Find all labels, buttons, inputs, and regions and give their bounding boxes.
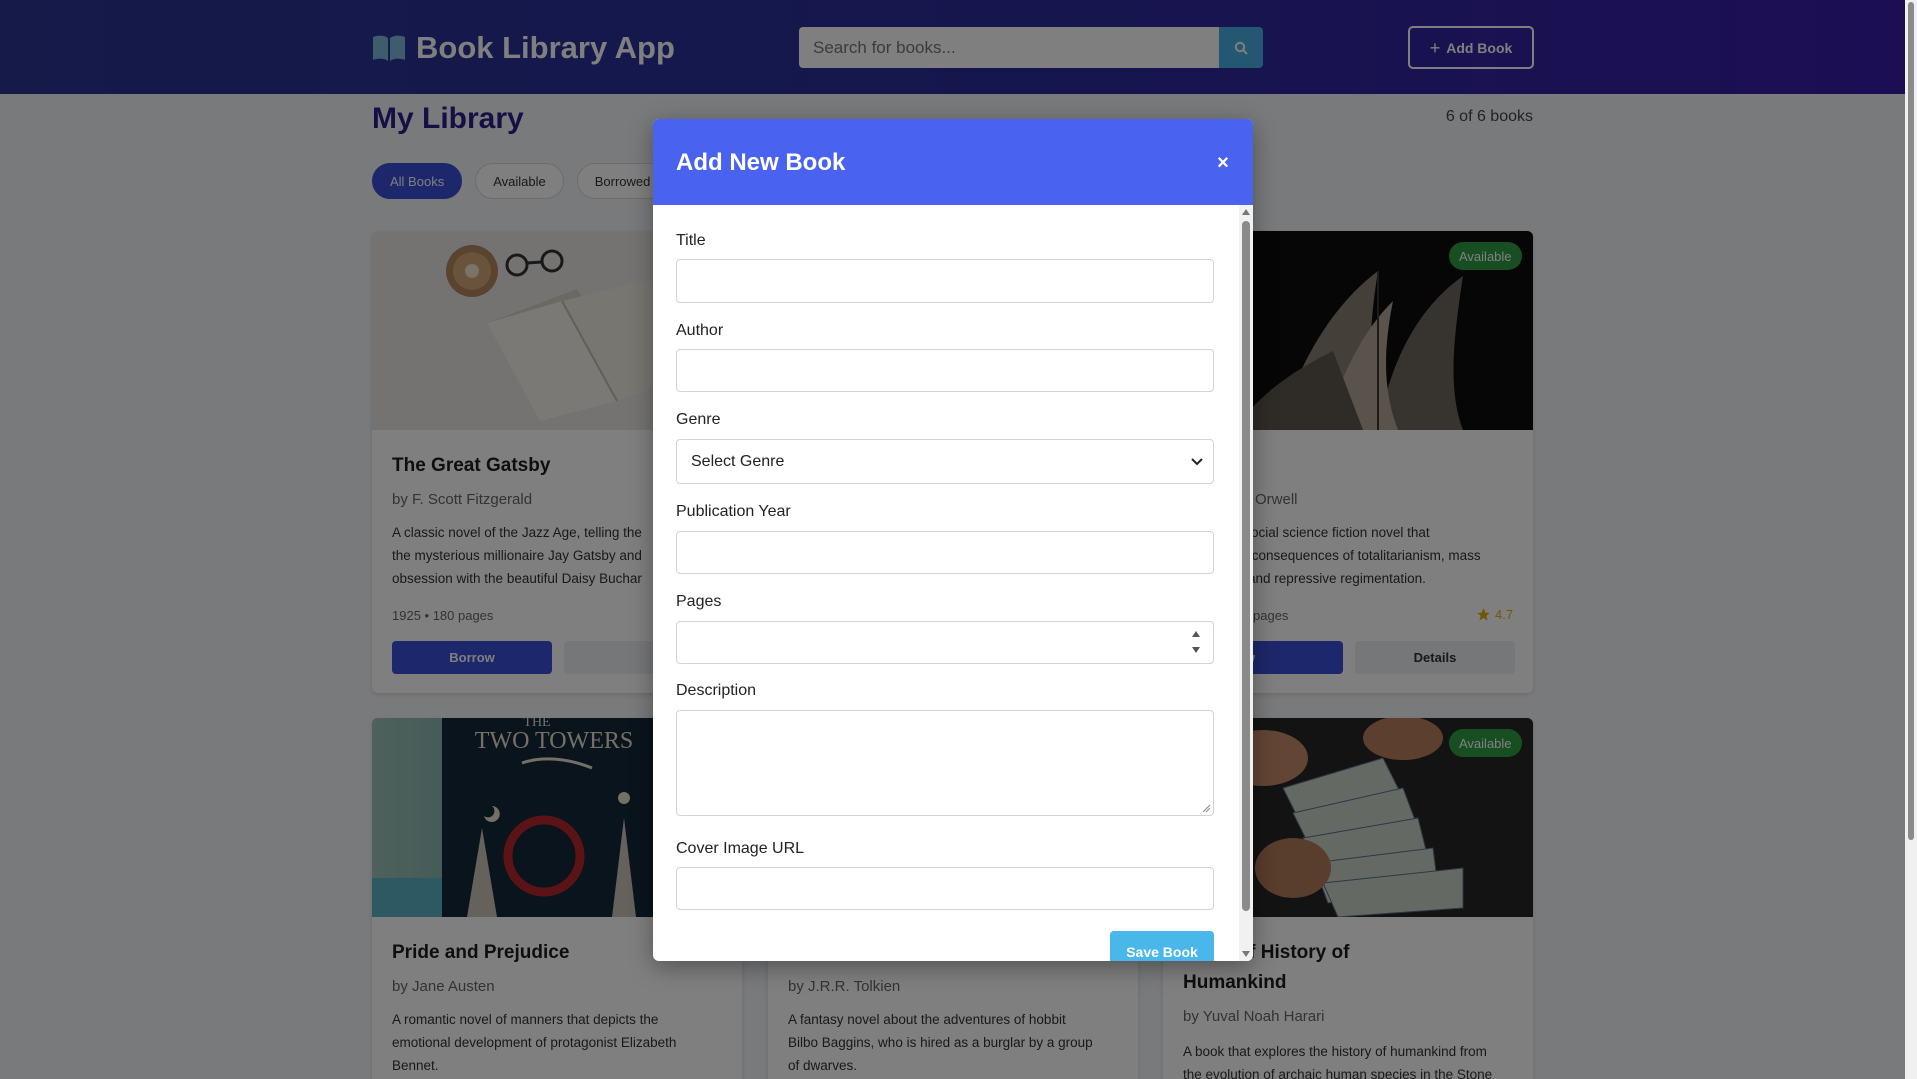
description-textarea[interactable] bbox=[676, 710, 1214, 816]
number-stepper[interactable] bbox=[1191, 630, 1201, 654]
stepper-up-icon[interactable] bbox=[1191, 630, 1201, 638]
close-icon[interactable]: × bbox=[1208, 148, 1238, 178]
genre-select-value: Select Genre bbox=[691, 452, 785, 470]
title-label: Title bbox=[676, 232, 706, 249]
title-input[interactable] bbox=[676, 259, 1214, 303]
pages-label: Pages bbox=[676, 593, 722, 610]
author-label: Author bbox=[676, 322, 724, 339]
add-book-modal: Add New Book × Title Author Genre Select… bbox=[653, 119, 1253, 961]
resize-grip-icon[interactable] bbox=[1201, 803, 1211, 813]
page-scrollbar-thumb[interactable] bbox=[1908, 2, 1914, 840]
page-scrollbar[interactable] bbox=[1905, 0, 1917, 1079]
scroll-down-icon[interactable] bbox=[1242, 951, 1250, 957]
modal-header: Add New Book × bbox=[653, 119, 1253, 205]
author-input[interactable] bbox=[676, 349, 1214, 392]
modal-scrollbar[interactable] bbox=[1239, 205, 1253, 961]
year-input[interactable] bbox=[676, 531, 1214, 574]
stepper-down-icon[interactable] bbox=[1191, 646, 1201, 654]
genre-select[interactable]: Select Genre bbox=[676, 439, 1214, 484]
pages-input[interactable] bbox=[676, 621, 1214, 664]
modal-scrollbar-thumb[interactable] bbox=[1242, 221, 1250, 911]
save-book-button[interactable]: Save Book bbox=[1110, 931, 1214, 961]
cover-url-label: Cover Image URL bbox=[676, 840, 805, 857]
year-label: Publication Year bbox=[676, 503, 791, 520]
scroll-up-icon[interactable] bbox=[1242, 209, 1250, 215]
cover-url-input[interactable] bbox=[676, 867, 1214, 910]
modal-title: Add New Book bbox=[676, 149, 846, 176]
chevron-down-icon bbox=[1191, 457, 1203, 465]
genre-label: Genre bbox=[676, 411, 721, 428]
description-label: Description bbox=[676, 682, 757, 699]
